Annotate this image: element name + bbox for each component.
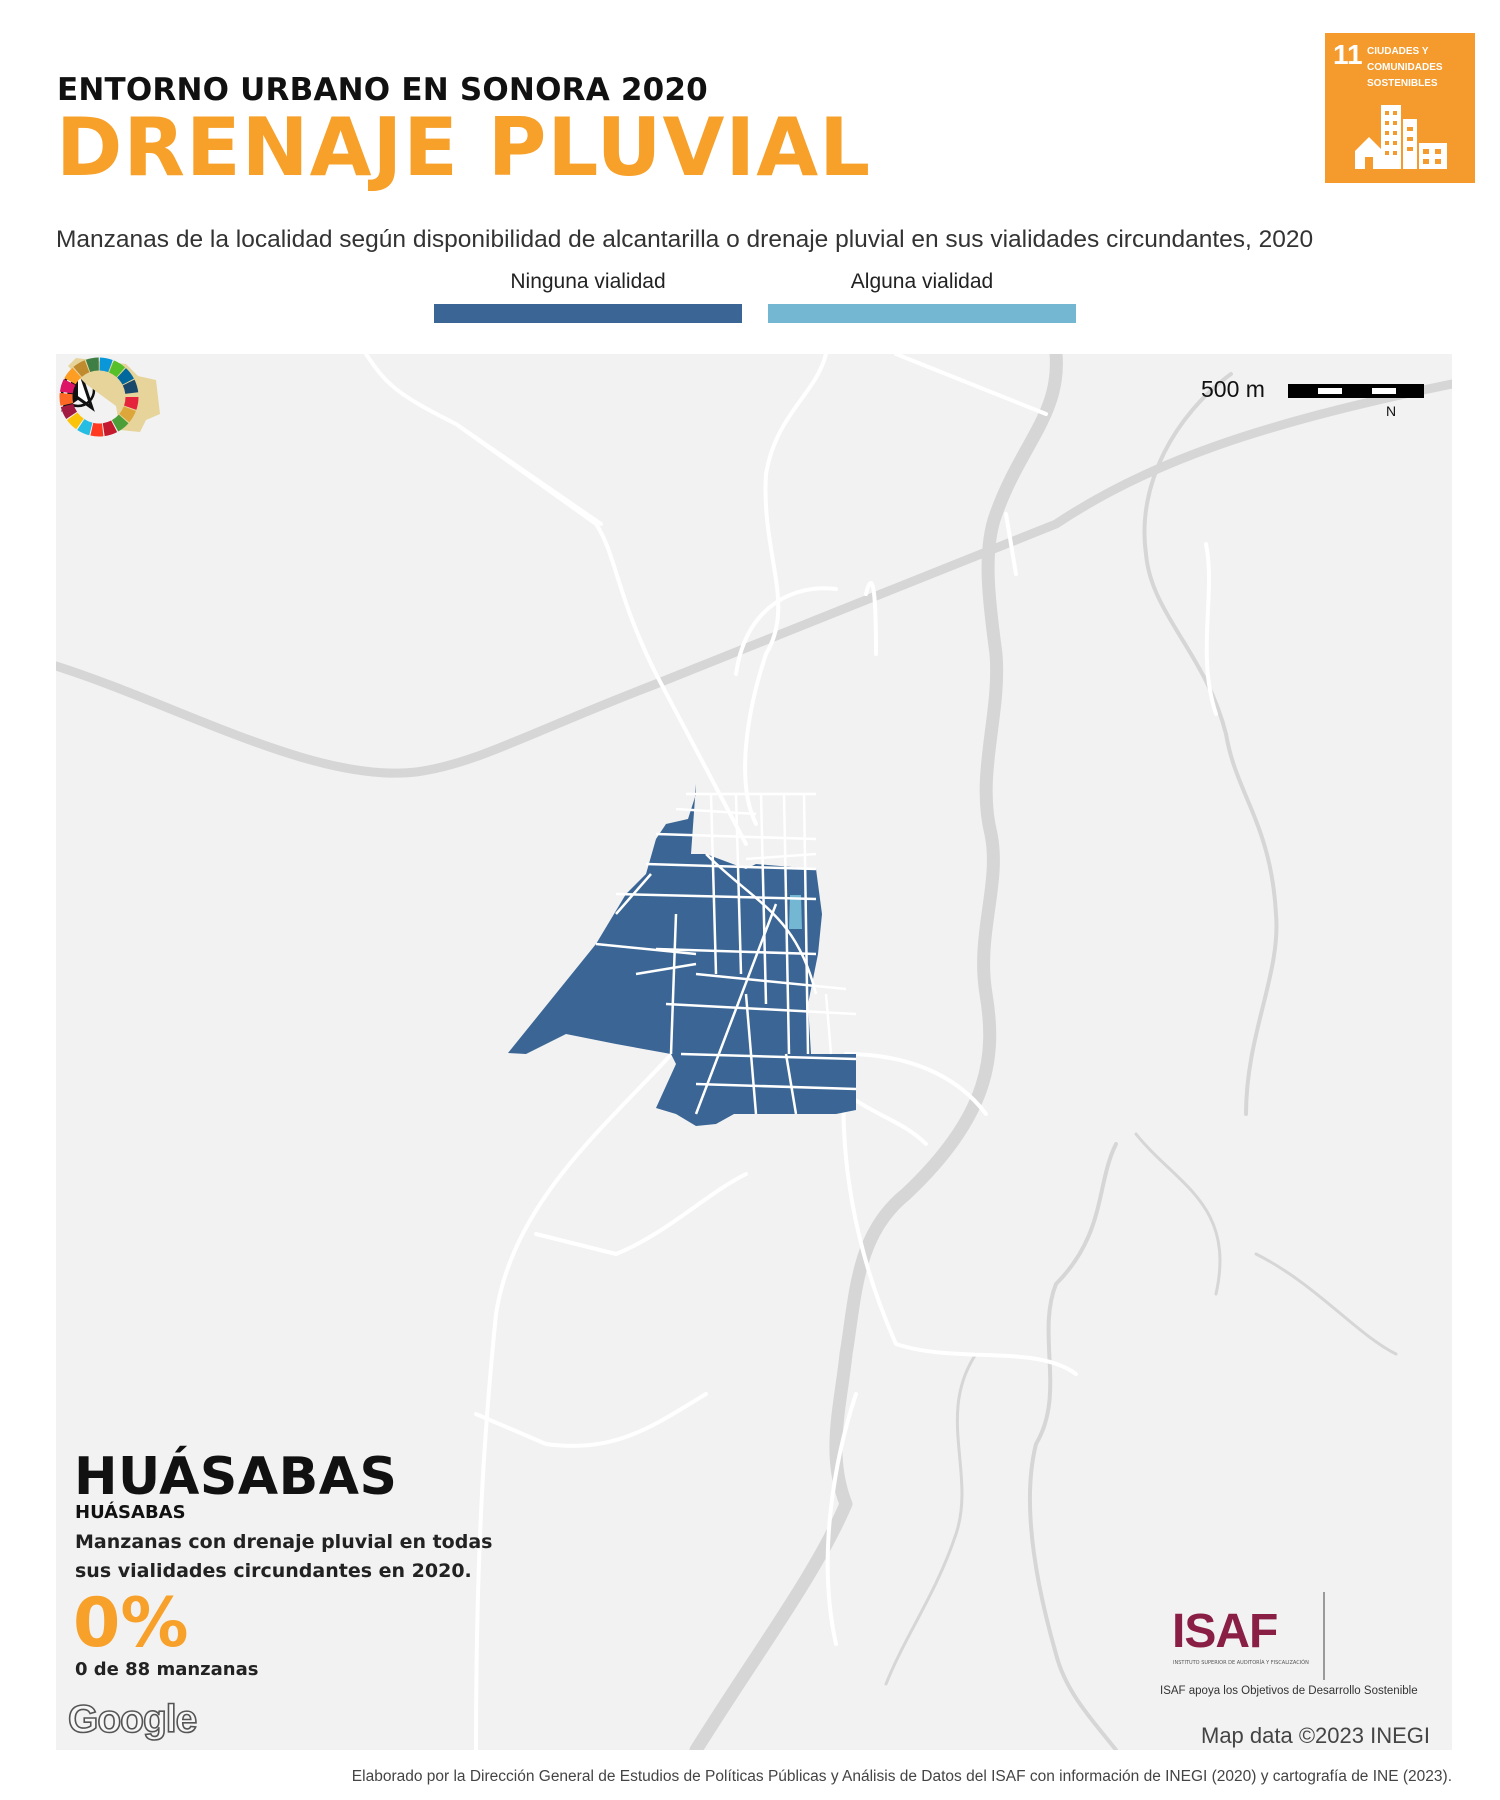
page-title: DRENAJE PLUVIAL [56,101,872,194]
highway-road [56,379,1452,778]
indicator-description: Manzanas con drenaje pluvial en todas su… [75,1531,493,1582]
map-attribution: Map data ©2023 INEGI [1201,1723,1431,1748]
scale-bar [1288,384,1424,398]
logo-divider [1323,1592,1325,1680]
legend-label: Alguna vialidad [850,270,994,293]
city-icon [1355,105,1447,169]
legend-item-alguna: Alguna vialidad [768,270,1076,323]
scale-label: 500 m [1201,376,1265,402]
google-logo: Google [67,1697,198,1742]
legend-item-ninguna: Ninguna vialidad [434,270,742,323]
municipality-name: HUÁSABAS [74,1447,398,1507]
legend-swatch-ninguna [434,304,742,323]
isaf-caption: ISAF apoya los Objetivos de Desarrollo S… [1160,1685,1418,1697]
legend-swatch-alguna [768,304,1076,323]
isaf-fullname: INSTITUTO SUPERIOR DE AUDITORÍA Y FISCAL… [1173,1660,1309,1666]
sdg-11-badge: 11 CIUDADES Y COMUNIDADES SOSTENIBLES [1325,33,1475,183]
north-label: N [1386,403,1397,419]
indicator-percent: 0% [73,1584,189,1663]
isaf-logo-text: ISAF [1172,1605,1278,1658]
sdg-wheel-icon [59,357,139,437]
block-alguna-vialidad [789,895,802,929]
locality-name: HUÁSABAS [75,1502,186,1523]
legend-label: Ninguna vialidad [510,270,666,293]
indicator-count: 0 de 88 manzanas [75,1659,259,1680]
footer-credits: Elaborado por la Dirección General de Es… [351,1768,1452,1785]
map-subtitle: Manzanas de la localidad según disponibi… [56,226,1314,253]
map-canvas[interactable]: 500 m N HUÁSABAS HUÁSABAS Manzanas con d… [56,354,1452,1750]
